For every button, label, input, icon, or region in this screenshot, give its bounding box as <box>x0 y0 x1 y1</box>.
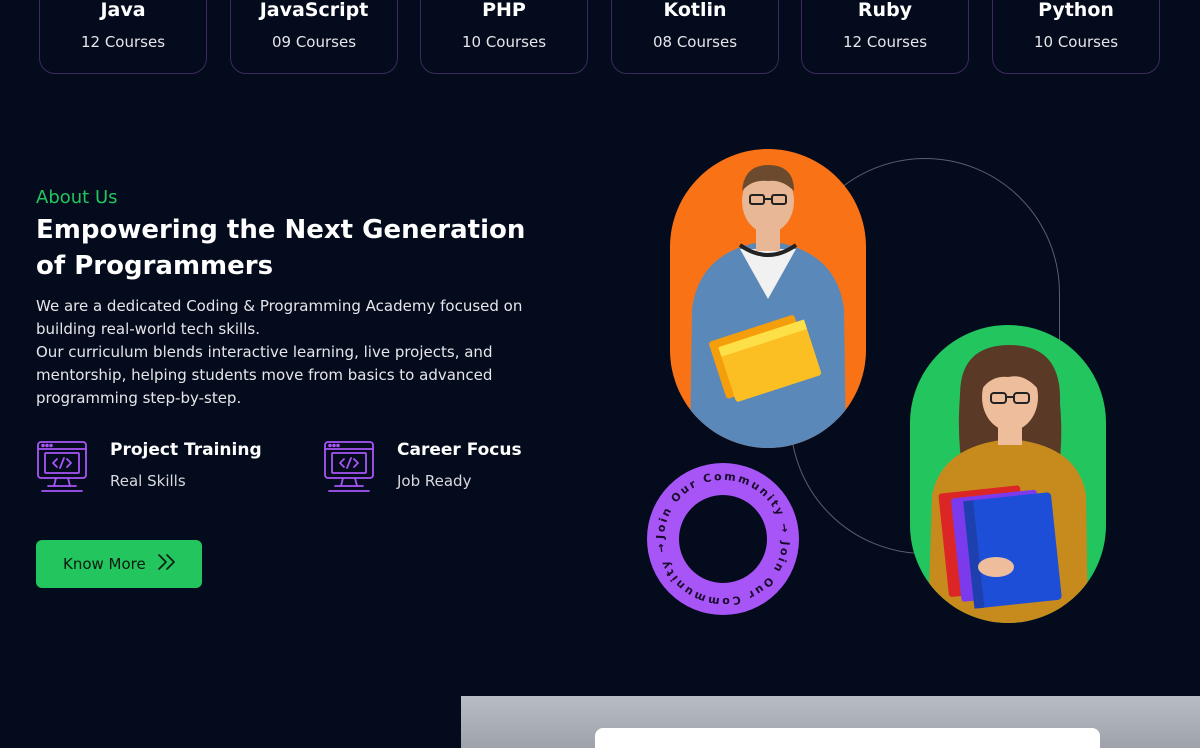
about-headline: Empowering the Next Generation of Progra… <box>36 215 526 281</box>
category-course-count: 10 Courses <box>1033 33 1119 51</box>
feature-subtitle: Job Ready <box>397 472 472 490</box>
about-paragraph-2: Our curriculum blends interactive learni… <box>36 343 493 407</box>
category-card-java[interactable]: Java 12 Courses <box>39 0 207 74</box>
double-chevron-right-icon <box>156 553 178 575</box>
category-card-php[interactable]: PHP 10 Courses <box>420 0 588 74</box>
banner-popup-card <box>595 728 1100 748</box>
feature-subtitle: Real Skills <box>110 472 186 490</box>
category-name: Kotlin <box>663 0 727 21</box>
feature-title: Project Training <box>110 440 262 460</box>
category-course-count: 12 Courses <box>842 33 928 51</box>
student-photo-male <box>670 149 866 448</box>
category-course-count: 08 Courses <box>652 33 738 51</box>
student-photo-female <box>910 325 1106 623</box>
category-name: Ruby <box>857 0 913 21</box>
category-card-ruby[interactable]: Ruby 12 Courses <box>801 0 969 74</box>
know-more-button[interactable]: Know More <box>36 540 202 588</box>
category-course-count: 10 Courses <box>461 33 547 51</box>
category-name: Java <box>100 0 146 21</box>
about-description: We are a dedicated Coding & Programming … <box>36 295 526 410</box>
know-more-label: Know More <box>63 555 146 573</box>
category-name: JavaScript <box>259 0 369 21</box>
code-monitor-icon <box>323 440 375 494</box>
category-course-count: 09 Courses <box>271 33 357 51</box>
about-paragraph-1: We are a dedicated Coding & Programming … <box>36 297 523 338</box>
feature-project-training: Project Training Real Skills <box>36 440 296 496</box>
category-name: PHP <box>482 0 526 21</box>
category-card-python[interactable]: Python 10 Courses <box>992 0 1160 74</box>
bottom-banner-image <box>461 696 1200 748</box>
category-card-kotlin[interactable]: Kotlin 08 Courses <box>611 0 779 74</box>
code-monitor-icon <box>36 440 88 494</box>
category-name: Python <box>1038 0 1114 21</box>
feature-career-focus: Career Focus Job Ready <box>323 440 543 496</box>
join-community-badge[interactable]: Join Our Community → Join Our Community … <box>646 462 800 616</box>
category-card-javascript[interactable]: JavaScript 09 Courses <box>230 0 398 74</box>
feature-title: Career Focus <box>397 440 522 460</box>
category-course-count: 12 Courses <box>80 33 166 51</box>
about-eyebrow: About Us <box>36 187 118 208</box>
